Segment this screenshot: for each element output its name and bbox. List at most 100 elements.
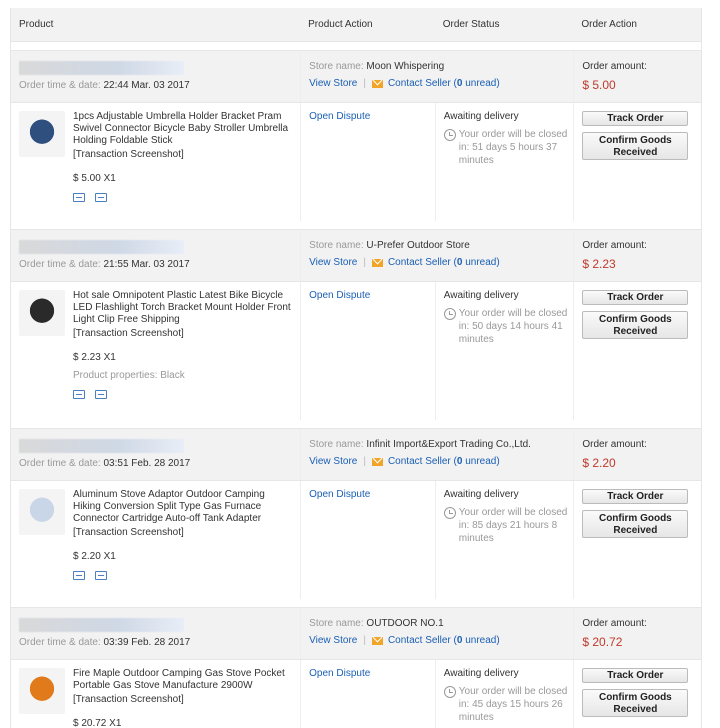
- transaction-screenshot-link[interactable]: [Transaction Screenshot]: [73, 149, 293, 161]
- view-store-link[interactable]: View Store: [309, 257, 357, 268]
- header-order-action: Order Action: [581, 19, 637, 30]
- product-name-link[interactable]: Hot sale Omnipotent Plastic Latest Bike …: [73, 290, 293, 326]
- product-info: 1pcs Adjustable Umbrella Holder Bracket …: [73, 111, 293, 221]
- order-amount-label: Order amount:: [582, 240, 647, 251]
- contact-seller-label: Contact Seller: [387, 78, 451, 89]
- contact-seller-link[interactable]: Contact Seller (0 unread): [388, 635, 500, 646]
- track-order-button[interactable]: Track Order: [582, 489, 689, 504]
- table-header: Product Product Action Order Status Orde…: [11, 8, 701, 42]
- order-time-value: 21:55 Mar. 03 2017: [103, 259, 190, 270]
- view-store-link[interactable]: View Store: [309, 456, 357, 467]
- order-amount-label: Order amount:: [582, 61, 647, 72]
- order-time: Order time & date: 21:55 Mar. 03 2017: [19, 259, 300, 270]
- track-order-button[interactable]: Track Order: [582, 668, 689, 683]
- order-card: Order time & date: 03:51 Feb. 28 2017 St…: [11, 428, 701, 599]
- order-body: Hot sale Omnipotent Plastic Latest Bike …: [11, 282, 701, 420]
- order-gap: [11, 599, 701, 607]
- shipping-icon[interactable]: [73, 193, 85, 202]
- order-status: Awaiting delivery: [443, 489, 519, 500]
- product-price: $ 5.00 X1: [73, 173, 116, 184]
- store-name-value: Infinit Import&Export Trading Co.,Ltd.: [366, 439, 531, 450]
- order-time-value: 22:44 Mar. 03 2017: [103, 80, 190, 91]
- shipping-icon[interactable]: [73, 390, 85, 399]
- closing-countdown: Your order will be closed in: 85 days 21…: [443, 506, 574, 545]
- closing-text: Your order will be closed in: 50 days 14…: [458, 308, 568, 345]
- transaction-screenshot-link[interactable]: [Transaction Screenshot]: [73, 328, 293, 340]
- order-amount-cell: Order amount: $ 2.20: [573, 429, 701, 480]
- contact-seller-link[interactable]: Contact Seller (0 unread): [388, 78, 500, 89]
- confirm-goods-received-button[interactable]: Confirm Goods Received: [582, 132, 689, 160]
- product-cell: Aluminum Stove Adaptor Outdoor Camping H…: [11, 481, 300, 599]
- product-cell: Fire Maple Outdoor Camping Gas Stove Poc…: [11, 660, 300, 728]
- order-time-label: Order time & date:: [19, 80, 101, 91]
- payment-card-icon[interactable]: [95, 193, 107, 202]
- order-status: Awaiting delivery: [443, 111, 519, 122]
- store-name-value: OUTDOOR NO.1: [366, 618, 444, 629]
- order-card: Order time & date: 21:55 Mar. 03 2017 St…: [11, 229, 701, 420]
- product-thumbnail[interactable]: [19, 668, 65, 714]
- payment-card-icon[interactable]: [95, 571, 107, 580]
- view-store-link[interactable]: View Store: [309, 78, 357, 89]
- order-gap: [11, 420, 701, 428]
- order-time-label: Order time & date:: [19, 458, 101, 469]
- product-action-cell: Open Dispute: [300, 481, 435, 599]
- order-time-value: 03:51 Feb. 28 2017: [103, 458, 191, 469]
- track-order-button[interactable]: Track Order: [582, 111, 689, 126]
- order-gap: [11, 221, 701, 229]
- order-status-cell: Awaiting delivery Your order will be clo…: [434, 103, 574, 221]
- open-dispute-link[interactable]: Open Dispute: [309, 489, 370, 500]
- transaction-screenshot-link[interactable]: [Transaction Screenshot]: [73, 694, 293, 706]
- open-dispute-link[interactable]: Open Dispute: [309, 111, 370, 122]
- order-list: Order time & date: 22:44 Mar. 03 2017 St…: [11, 42, 701, 728]
- link-separator: |: [363, 257, 366, 268]
- product-thumbnail[interactable]: [19, 111, 65, 157]
- open-dispute-link[interactable]: Open Dispute: [309, 668, 370, 679]
- product-name-link[interactable]: Aluminum Stove Adaptor Outdoor Camping H…: [73, 489, 293, 525]
- view-store-link[interactable]: View Store: [309, 635, 357, 646]
- product-thumbnail[interactable]: [19, 489, 65, 535]
- confirm-goods-received-button[interactable]: Confirm Goods Received: [582, 689, 689, 717]
- transaction-screenshot-link[interactable]: [Transaction Screenshot]: [73, 527, 293, 539]
- order-amount-label: Order amount:: [582, 439, 647, 450]
- order-number-redacted: [19, 439, 184, 453]
- store-name-label: Store name:: [309, 439, 364, 450]
- order-status-cell: Awaiting delivery Your order will be clo…: [434, 660, 574, 728]
- envelope-icon: [371, 636, 383, 645]
- contact-seller-label: Contact Seller: [387, 635, 451, 646]
- clock-icon: [443, 686, 456, 698]
- track-order-button[interactable]: Track Order: [582, 290, 689, 305]
- order-amount-cell: Order amount: $ 2.23: [573, 230, 701, 281]
- store-cell: Store name: U-Prefer Outdoor Store View …: [300, 230, 573, 281]
- order-body: Fire Maple Outdoor Camping Gas Stove Poc…: [11, 660, 701, 728]
- shipping-icon[interactable]: [73, 571, 85, 580]
- product-cell: 1pcs Adjustable Umbrella Holder Bracket …: [11, 103, 300, 221]
- payment-card-icon[interactable]: [95, 390, 107, 399]
- store-cell: Store name: Infinit Import&Export Tradin…: [300, 429, 573, 480]
- contact-seller-label: Contact Seller: [387, 257, 451, 268]
- order-time: Order time & date: 03:51 Feb. 28 2017: [19, 458, 300, 469]
- order-id-cell: Order time & date: 03:39 Feb. 28 2017: [11, 608, 300, 659]
- clock-icon: [443, 308, 456, 320]
- closing-text: Your order will be closed in: 85 days 21…: [458, 507, 568, 544]
- product-name-link[interactable]: Fire Maple Outdoor Camping Gas Stove Poc…: [73, 668, 293, 692]
- unread-count: (0 unread): [453, 78, 500, 89]
- order-id-cell: Order time & date: 03:51 Feb. 28 2017: [11, 429, 300, 480]
- order-body: Aluminum Stove Adaptor Outdoor Camping H…: [11, 481, 701, 599]
- order-amount-label: Order amount:: [582, 618, 647, 629]
- product-info: Fire Maple Outdoor Camping Gas Stove Poc…: [73, 668, 293, 728]
- product-thumbnail[interactable]: [19, 290, 65, 336]
- contact-seller-link[interactable]: Contact Seller (0 unread): [388, 257, 500, 268]
- store-name: Store name: U-Prefer Outdoor Store: [309, 240, 573, 251]
- store-name-label: Store name:: [309, 240, 364, 251]
- store-links: View Store | Contact Seller (0 unread): [309, 456, 573, 467]
- open-dispute-link[interactable]: Open Dispute: [309, 290, 370, 301]
- contact-seller-link[interactable]: Contact Seller (0 unread): [388, 456, 500, 467]
- product-name-link[interactable]: 1pcs Adjustable Umbrella Holder Bracket …: [73, 111, 293, 147]
- store-name: Store name: OUTDOOR NO.1: [309, 618, 573, 629]
- order-amount-value: $ 20.72: [582, 635, 623, 649]
- confirm-goods-received-button[interactable]: Confirm Goods Received: [582, 311, 689, 339]
- product-price: $ 2.20 X1: [73, 551, 116, 562]
- confirm-goods-received-button[interactable]: Confirm Goods Received: [582, 510, 689, 538]
- order-id-cell: Order time & date: 22:44 Mar. 03 2017: [11, 51, 300, 102]
- order-status: Awaiting delivery: [443, 668, 519, 679]
